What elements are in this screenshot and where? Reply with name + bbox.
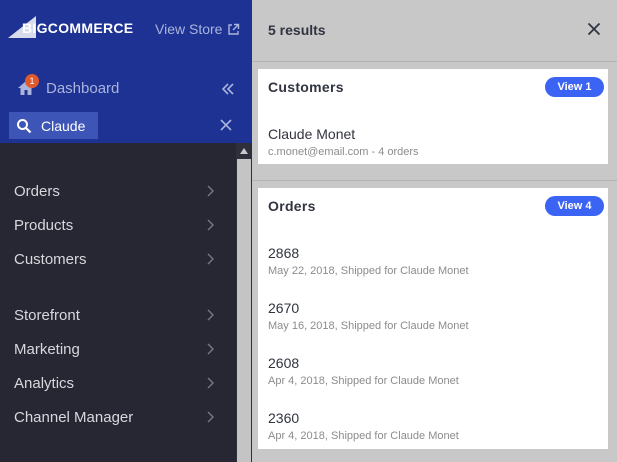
sidebar-item-orders[interactable]: Orders <box>0 177 236 205</box>
order-result-item[interactable]: 2608 Apr 4, 2018, Shipped for Claude Mon… <box>268 355 598 388</box>
search-box[interactable] <box>9 112 98 139</box>
order-number: 2670 <box>268 300 300 316</box>
sidebar-item-products[interactable]: Products <box>0 211 236 239</box>
divider <box>252 61 617 62</box>
view-store-link[interactable]: View Store <box>155 21 240 37</box>
chevron-right-icon <box>207 219 214 231</box>
chevron-right-icon <box>207 253 214 265</box>
sidebar-item-storefront[interactable]: Storefront <box>0 301 236 329</box>
dashboard-link[interactable]: 1 Dashboard <box>16 74 120 98</box>
notification-badge: 1 <box>25 74 39 88</box>
sidebar-item-label: Storefront <box>14 306 80 324</box>
order-detail: Apr 4, 2018, Shipped for Claude Monet <box>268 430 459 442</box>
view-orders-button[interactable]: View 4 <box>545 196 604 216</box>
customer-result-item[interactable]: Claude Monet c.monet@email.com - 4 order… <box>268 126 598 159</box>
order-detail: May 16, 2018, Shipped for Claude Monet <box>268 320 469 332</box>
external-link-icon <box>227 23 240 36</box>
orders-results-card: Orders View 4 2868 May 22, 2018, Shipped… <box>258 188 608 449</box>
results-header: 5 results <box>252 0 617 61</box>
chevron-right-icon <box>207 309 214 321</box>
order-detail: Apr 4, 2018, Shipped for Claude Monet <box>268 375 459 387</box>
double-chevron-left-icon <box>221 83 234 95</box>
order-detail: May 22, 2018, Shipped for Claude Monet <box>268 265 469 277</box>
view-store-label: View Store <box>155 21 223 37</box>
close-results-button[interactable] <box>587 22 601 36</box>
order-result-item[interactable]: 2670 May 16, 2018, Shipped for Claude Mo… <box>268 300 598 333</box>
view-customers-button[interactable]: View 1 <box>545 77 604 97</box>
sidebar-item-customers[interactable]: Customers <box>0 245 236 273</box>
orders-section-title: Orders <box>268 198 316 214</box>
close-icon <box>220 119 232 131</box>
search-input[interactable] <box>41 117 97 134</box>
sidebar-item-channel-manager[interactable]: Channel Manager <box>0 403 236 431</box>
customer-detail: c.monet@email.com - 4 orders <box>268 146 419 158</box>
order-result-item[interactable]: 2360 Apr 4, 2018, Shipped for Claude Mon… <box>268 410 598 443</box>
order-number: 2360 <box>268 410 300 426</box>
sidebar-item-label: Channel Manager <box>14 408 134 426</box>
sidebar-item-label: Marketing <box>14 340 80 358</box>
results-count: 5 results <box>268 22 326 38</box>
search-icon <box>16 118 32 134</box>
chevron-right-icon <box>207 377 214 389</box>
chevron-right-icon <box>207 343 214 355</box>
sidebar-header: BIGCOMMERCE View Store 1 Dashboard <box>0 0 252 143</box>
scroll-up-arrow-icon[interactable] <box>240 148 248 154</box>
search-results-panel: 5 results Customers View 1 Claude Monet … <box>252 0 617 462</box>
home-icon: 1 <box>16 74 39 98</box>
sidebar-item-label: Products <box>14 216 74 234</box>
customers-results-card: Customers View 1 Claude Monet c.monet@em… <box>258 69 608 164</box>
sidebar-item-label: Customers <box>14 250 87 268</box>
chevron-right-icon <box>207 411 214 423</box>
logo-text: BIGCOMMERCE <box>22 20 134 36</box>
sidebar-item-label: Analytics <box>14 374 75 392</box>
sidebar-item-analytics[interactable]: Analytics <box>0 369 236 397</box>
order-result-item[interactable]: 2868 May 22, 2018, Shipped for Claude Mo… <box>268 245 598 278</box>
scrollbar-thumb[interactable] <box>237 159 251 462</box>
collapse-sidebar-button[interactable] <box>220 81 236 97</box>
order-number: 2868 <box>268 245 300 261</box>
chevron-right-icon <box>207 185 214 197</box>
divider <box>252 180 617 181</box>
clear-search-button[interactable] <box>219 118 233 132</box>
customer-name: Claude Monet <box>268 126 356 142</box>
sidebar-item-label: Orders <box>14 182 60 200</box>
close-icon <box>587 22 601 36</box>
sidebar-item-marketing[interactable]: Marketing <box>0 335 236 363</box>
sidebar-scrollbar[interactable] <box>236 143 252 462</box>
customers-section-title: Customers <box>268 79 344 95</box>
order-number: 2608 <box>268 355 300 371</box>
sidebar: BIGCOMMERCE View Store 1 Dashboard Claud… <box>0 0 252 462</box>
dashboard-label: Dashboard <box>46 79 120 97</box>
